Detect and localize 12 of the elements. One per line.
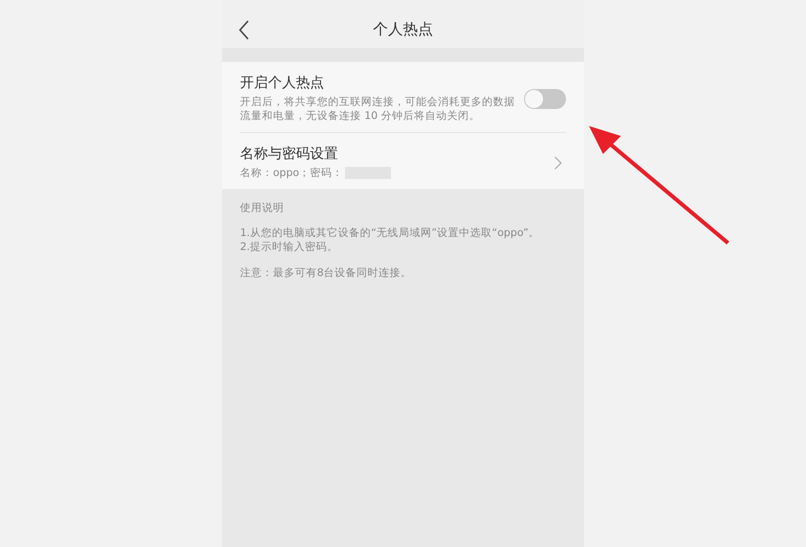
screen-title: 个人热点 bbox=[373, 20, 433, 38]
chevron-right-icon[interactable] bbox=[554, 156, 562, 170]
back-icon[interactable] bbox=[238, 20, 250, 40]
setting-title: 开启个人热点 bbox=[240, 74, 325, 92]
instruction-step: 2.提示时输入密码。 bbox=[240, 240, 566, 254]
hotspot-toggle[interactable] bbox=[524, 88, 566, 108]
instructions-heading: 使用说明 bbox=[240, 201, 285, 215]
instruction-step: 1.从您的电脑或其它设备的“无线局域网”设置中选取“oppo”。 bbox=[240, 226, 566, 240]
setting-description: 名称：oppo；密码： bbox=[240, 166, 344, 180]
setting-description: 开启后，将共享您的互联网连接，可能会消耗更多的数据流量和电量，无设备连接 10 分钟后将自动关闭。 bbox=[240, 95, 516, 123]
note-text: 注意：最多可有8台设备同时连接。 bbox=[240, 266, 413, 280]
setting-title: 名称与密码设置 bbox=[240, 145, 339, 163]
